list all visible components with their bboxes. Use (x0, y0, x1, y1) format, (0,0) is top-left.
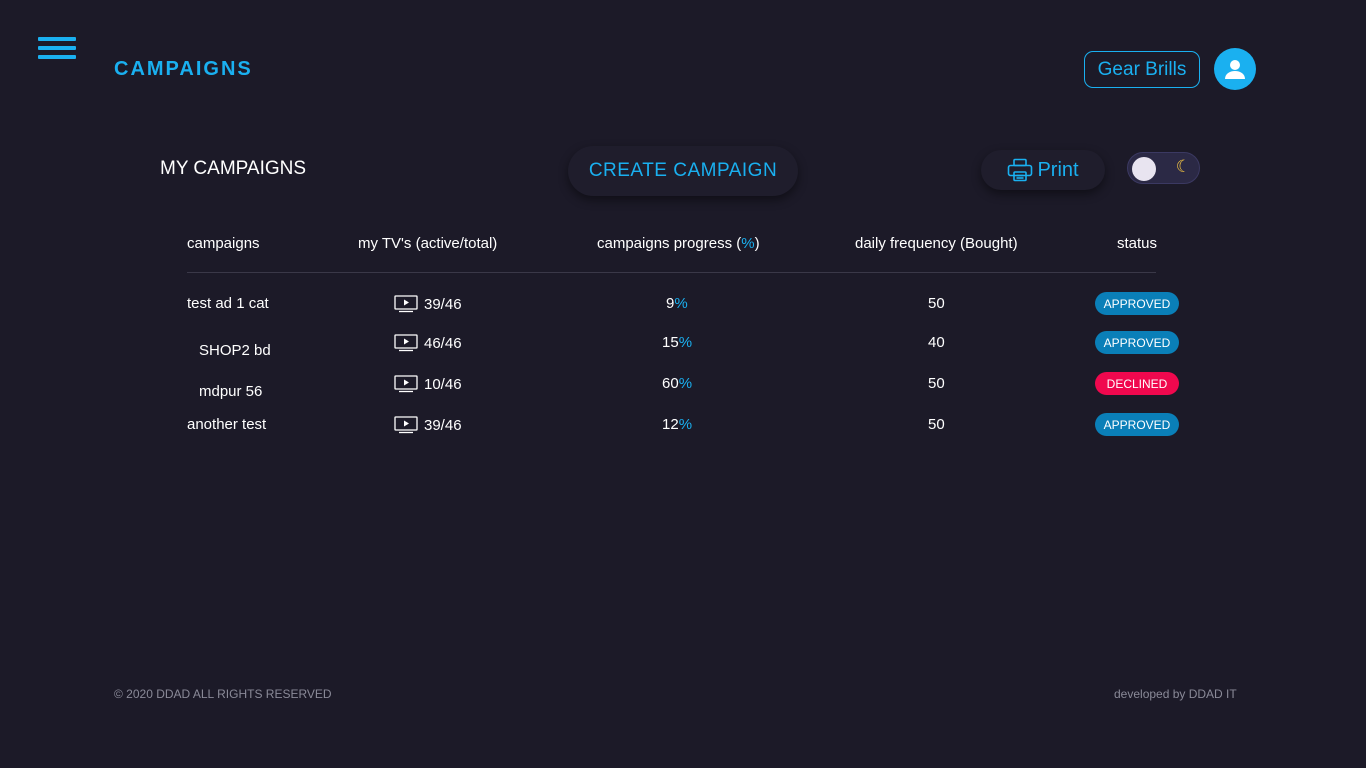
tv-icon (394, 295, 418, 313)
footer-copyright: © 2020 DDAD ALL RIGHTS RESERVED (114, 687, 332, 701)
progress-value: 12% (662, 416, 692, 433)
header-progress: campaigns progress (%) (597, 235, 760, 252)
progress-value: 9% (666, 295, 688, 312)
progress-unit: % (678, 334, 693, 351)
progress-value: 60% (662, 375, 692, 392)
campaign-name[interactable]: another test (187, 416, 266, 433)
header-progress-prefix: campaigns progress ( (597, 235, 742, 252)
frequency-value: 40 (928, 334, 945, 351)
tv-icon (394, 334, 418, 352)
hamburger-line (38, 55, 76, 59)
page-title: CAMPAIGNS (114, 58, 253, 80)
user-icon (1225, 60, 1245, 79)
header-frequency: daily frequency (Bought) (855, 235, 1018, 252)
toggle-knob (1132, 157, 1156, 181)
footer-developer: developed by DDAD IT (1114, 687, 1237, 701)
header-progress-suffix: ) (754, 235, 760, 252)
tv-count: 39/46 (394, 295, 462, 313)
section-title: MY CAMPAIGNS (160, 158, 307, 179)
progress-unit: % (678, 416, 693, 433)
status-badge: APPROVED (1095, 413, 1179, 436)
status-badge: APPROVED (1095, 331, 1179, 354)
tv-count: 46/46 (394, 334, 462, 352)
header-progress-unit: % (741, 235, 755, 252)
tv-count-value: 39/46 (424, 295, 462, 313)
campaign-name[interactable]: SHOP2 bd (199, 342, 271, 359)
progress-unit: % (678, 375, 693, 392)
theme-toggle[interactable]: ☾ (1127, 152, 1200, 184)
user-name-button[interactable]: Gear Brills (1084, 51, 1200, 88)
table-divider (187, 272, 1156, 273)
header-campaigns: campaigns (187, 235, 260, 252)
hamburger-line (38, 46, 76, 50)
progress-unit: % (674, 295, 688, 312)
campaign-name[interactable]: mdpur 56 (199, 383, 262, 400)
tv-count: 10/46 (394, 375, 462, 393)
frequency-value: 50 (928, 375, 945, 392)
campaign-name[interactable]: test ad 1 cat (187, 295, 269, 312)
tv-count-value: 46/46 (424, 334, 462, 352)
frequency-value: 50 (928, 295, 945, 312)
avatar[interactable] (1214, 48, 1256, 90)
header-tvs: my TV's (active/total) (358, 235, 498, 252)
hamburger-line (38, 37, 76, 41)
frequency-value: 50 (928, 416, 945, 433)
create-campaign-button[interactable]: CREATE CAMPAIGN (568, 146, 798, 196)
hamburger-menu-icon[interactable] (38, 37, 76, 59)
progress-number: 60 (662, 375, 679, 392)
tv-count-value: 10/46 (424, 375, 462, 393)
progress-value: 15% (662, 334, 692, 351)
progress-number: 15 (662, 334, 679, 351)
status-badge: DECLINED (1095, 372, 1179, 395)
tv-count-value: 39/46 (424, 416, 462, 434)
printer-icon (1008, 158, 1033, 182)
print-button[interactable]: Print (981, 150, 1105, 190)
tv-icon (394, 375, 418, 393)
print-label: Print (1037, 158, 1079, 181)
tv-count: 39/46 (394, 416, 462, 434)
progress-number: 12 (662, 416, 679, 433)
header-status: status (1117, 235, 1158, 252)
status-badge: APPROVED (1095, 292, 1179, 315)
moon-icon: ☾ (1175, 157, 1191, 176)
tv-icon (394, 416, 418, 434)
